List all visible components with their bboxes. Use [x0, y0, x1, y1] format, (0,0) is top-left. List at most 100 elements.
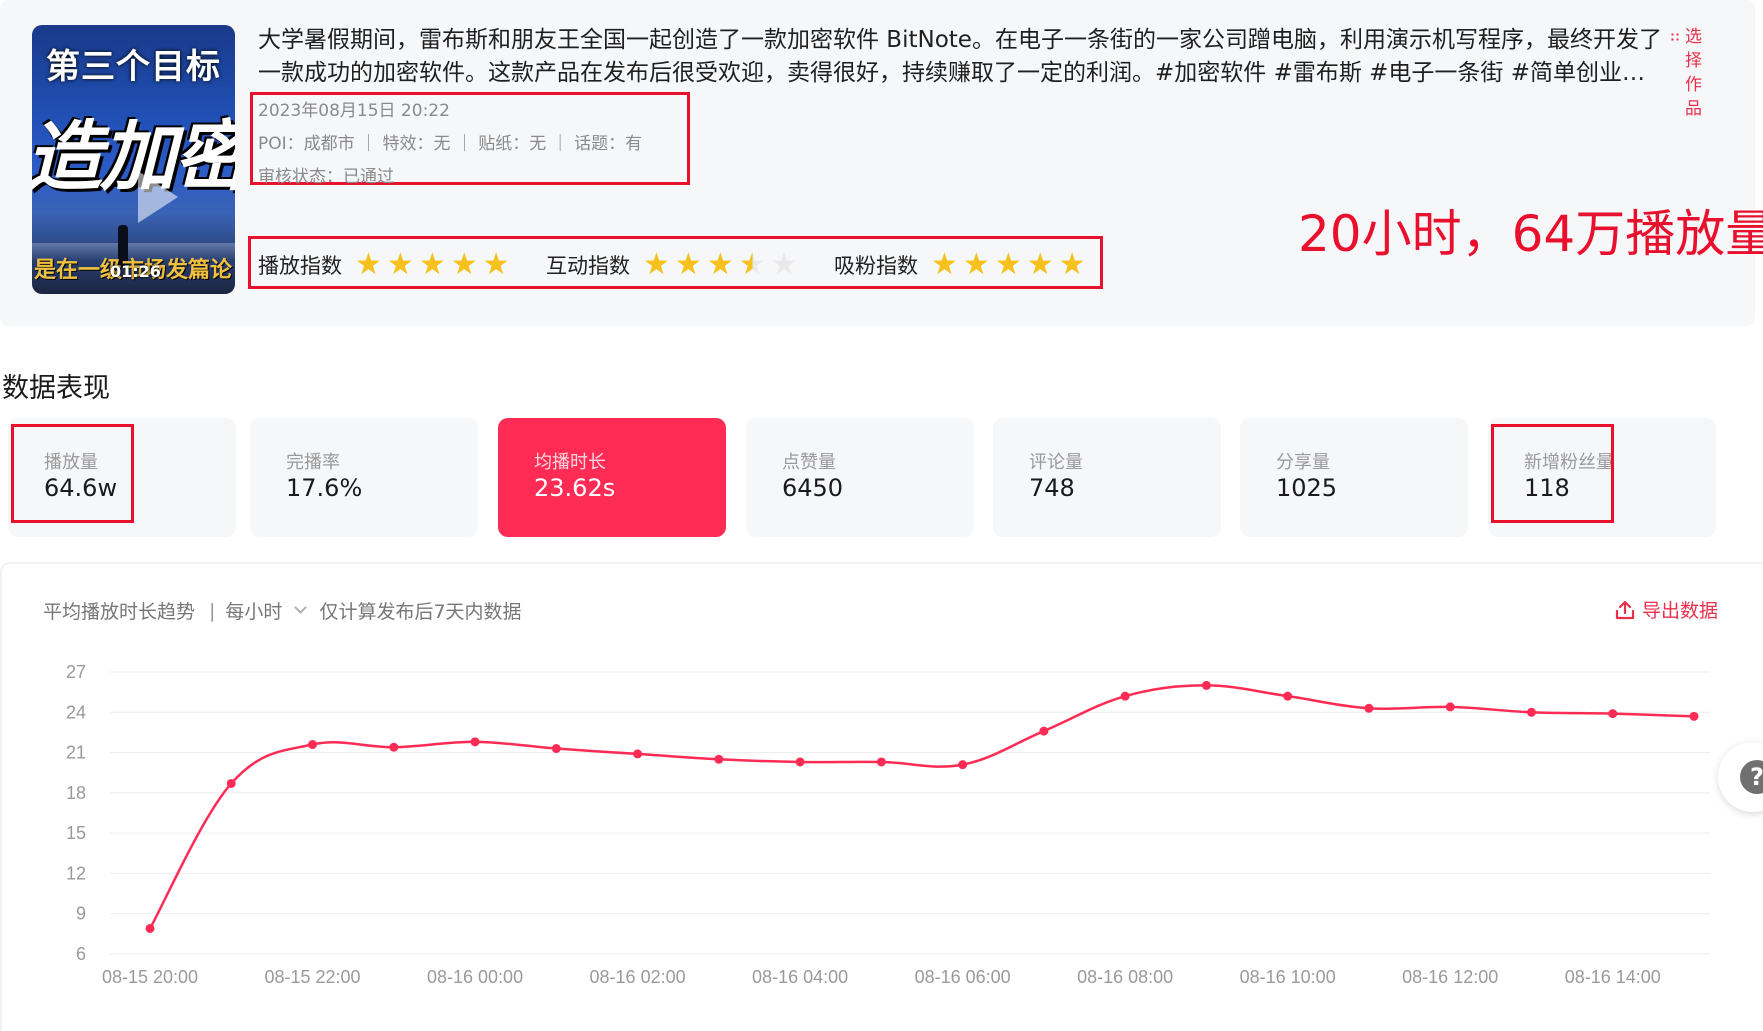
duration-trend-chart: 27 24 21 18 15 12 9 6 08-15 20:00 08-15 22:00 08-1…	[66, 662, 1710, 987]
metric-label: 点赞量	[782, 452, 836, 473]
chart-header-separator: |	[209, 599, 216, 622]
data-point	[1526, 707, 1536, 717]
metric-label: 分享量	[1276, 452, 1330, 473]
metric-card[interactable]: 分享量 1025	[1240, 418, 1468, 537]
star-icon: ★	[386, 247, 414, 282]
star-icon: ★	[643, 247, 670, 282]
x-tick-label: 08-16 10:00	[1240, 967, 1336, 987]
play-index: 播放指数 ★ ★ ★ ★ ★	[258, 250, 510, 280]
data-point	[1364, 703, 1374, 713]
metric-value: 6450	[782, 474, 844, 502]
question-icon: ?	[1740, 760, 1763, 794]
metric-value: 1025	[1276, 474, 1338, 502]
interaction-index: 互动指数 ★ ★ ★ ★ ★	[546, 250, 798, 280]
star-icon: ★	[1058, 247, 1086, 282]
play-index-label: 播放指数	[258, 254, 342, 278]
x-tick-label: 08-16 06:00	[915, 967, 1011, 987]
fan-gain-index-label: 吸粉指数	[834, 254, 918, 278]
x-tick-label: 08-16 14:00	[1565, 967, 1661, 987]
metric-label: 均播时长	[534, 452, 606, 473]
metric-highlight-box	[11, 424, 134, 523]
select-work-button[interactable]: 选择作品	[1670, 25, 1708, 121]
interaction-index-stars: ★ ★ ★ ★ ★	[638, 250, 798, 280]
data-point	[633, 749, 643, 759]
y-tick-label: 15	[66, 823, 86, 843]
y-tick-label: 27	[66, 662, 86, 682]
data-point	[389, 742, 399, 752]
x-tick-label: 08-15 22:00	[264, 967, 360, 987]
y-tick-label: 6	[76, 944, 86, 964]
fan-gain-index-stars: ★ ★ ★ ★ ★	[926, 250, 1086, 280]
chevron-down-icon	[294, 601, 308, 614]
metric-label: 评论量	[1029, 452, 1083, 473]
video-duration: 01:26	[110, 262, 161, 281]
data-point	[795, 757, 805, 767]
y-tick-label: 12	[66, 863, 86, 883]
thumbnail-top-text: 第三个目标	[46, 47, 221, 87]
y-tick-label: 24	[66, 702, 86, 722]
video-description: 大学暑假期间，雷布斯和朋友王全国一起创造了一款加密软件 BitNote。在电子一…	[258, 27, 1662, 86]
select-work-label: 选择作品	[1685, 27, 1702, 119]
star-icon: ★	[674, 247, 702, 282]
star-icon: ★	[1026, 247, 1054, 282]
x-tick-label: 08-16 04:00	[752, 967, 848, 987]
chart-header: 平均播放时长趋势 | 每小时 仅计算发布后7天内数据	[43, 597, 522, 624]
annotation-text: 20小时，64万播放量	[1298, 205, 1763, 263]
data-point	[1608, 709, 1618, 719]
grid-icon	[1670, 32, 1680, 42]
data-point	[1445, 702, 1455, 712]
metric-card[interactable]: 均播时长 23.62s	[498, 418, 726, 537]
data-point	[714, 754, 724, 764]
data-point	[876, 757, 886, 767]
series-line	[148, 684, 1695, 930]
metric-card[interactable]: 评论量 748	[993, 418, 1221, 537]
metric-value: 23.62s	[534, 474, 616, 502]
interval-select[interactable]: 每小时	[225, 597, 319, 624]
play-icon[interactable]	[138, 171, 178, 223]
x-tick-label: 08-16 08:00	[1077, 967, 1173, 987]
y-tick-label: 9	[76, 904, 86, 924]
data-point	[551, 744, 561, 754]
star-icon: ★	[418, 247, 446, 282]
publish-time: 2023年08月15日 20:22	[258, 101, 450, 121]
data-point	[226, 778, 236, 788]
review-status: 审核状态：已通过	[258, 167, 394, 187]
data-point	[1689, 711, 1699, 721]
star-icon: ★	[738, 247, 766, 282]
x-tick-label: 08-16 12:00	[1402, 967, 1498, 987]
metric-card[interactable]: 完播率 17.6%	[250, 418, 478, 537]
y-tick-label: 18	[66, 783, 86, 803]
star-icon: ★	[994, 247, 1022, 282]
video-thumbnail[interactable]: 第三个目标 造加密软 是在一级市场发篇论 01:26	[32, 25, 235, 294]
interaction-index-label: 互动指数	[546, 254, 630, 278]
x-tick-label: 08-16 02:00	[590, 967, 686, 987]
star-icon: ★	[355, 247, 382, 282]
play-index-stars: ★ ★ ★ ★ ★	[350, 250, 510, 280]
chart-note: 仅计算发布后7天内数据	[319, 601, 522, 623]
chart-title: 平均播放时长趋势	[43, 601, 196, 623]
data-point	[308, 740, 318, 750]
data-point	[470, 737, 480, 747]
star-icon: ★	[706, 247, 734, 282]
data-point	[1201, 680, 1211, 690]
export-icon	[1615, 600, 1635, 619]
y-tick-label: 21	[66, 743, 86, 763]
star-icon: ★	[931, 247, 958, 282]
star-icon: ★	[770, 247, 798, 282]
section-title: 数据表现	[2, 373, 110, 404]
thumbnail-big-text: 造加密软	[32, 112, 235, 201]
star-icon: ★	[482, 247, 510, 282]
metric-label: 完播率	[286, 452, 340, 473]
metric-card[interactable]: 点赞量 6450	[746, 418, 974, 537]
fan-gain-index: 吸粉指数 ★ ★ ★ ★ ★	[834, 250, 1086, 280]
data-point	[1283, 691, 1293, 701]
data-point	[1039, 726, 1049, 736]
interval-select-value: 每小时	[225, 601, 283, 623]
data-point	[145, 923, 155, 933]
star-icon: ★	[962, 247, 990, 282]
export-data-button[interactable]: 导出数据	[1614, 596, 1718, 623]
metric-value: 748	[1029, 474, 1075, 502]
x-tick-label: 08-15 20:00	[102, 967, 198, 987]
metric-highlight-box	[1491, 424, 1614, 523]
export-data-label: 导出数据	[1642, 600, 1719, 622]
